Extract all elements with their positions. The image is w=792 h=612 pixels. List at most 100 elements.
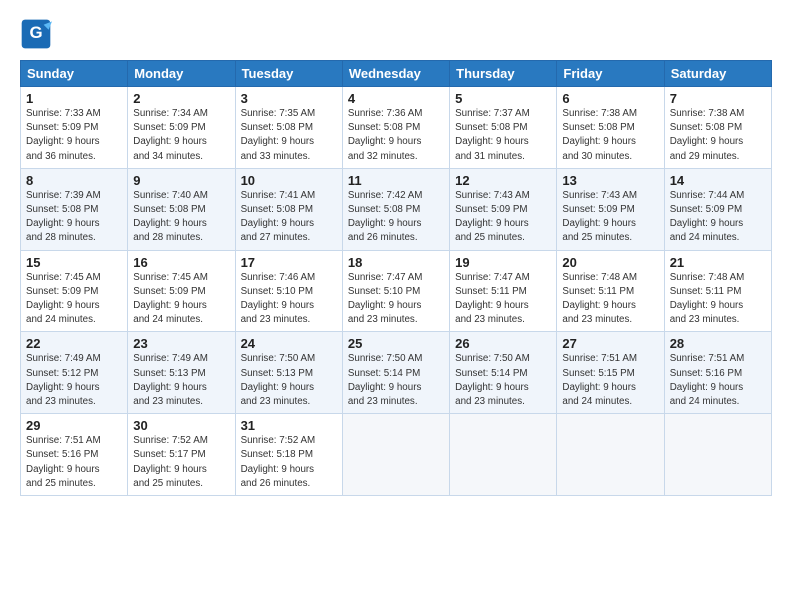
day-info: Sunrise: 7:34 AMSunset: 5:09 PMDaylight:… xyxy=(133,107,229,164)
calendar-day-17: 17Sunrise: 7:46 AMSunset: 5:10 PMDayligh… xyxy=(235,250,342,332)
day-number: 29 xyxy=(26,418,122,433)
day-info: Sunrise: 7:35 AMSunset: 5:08 PMDaylight:… xyxy=(241,107,337,164)
weekday-header-tuesday: Tuesday xyxy=(235,61,342,87)
calendar-day-26: 26Sunrise: 7:50 AMSunset: 5:14 PMDayligh… xyxy=(450,332,557,414)
calendar-day-6: 6Sunrise: 7:38 AMSunset: 5:08 PMDaylight… xyxy=(557,87,664,169)
day-number: 26 xyxy=(455,336,551,351)
calendar-day-14: 14Sunrise: 7:44 AMSunset: 5:09 PMDayligh… xyxy=(664,168,771,250)
day-info: Sunrise: 7:43 AMSunset: 5:09 PMDaylight:… xyxy=(562,189,658,246)
calendar-week-4: 22Sunrise: 7:49 AMSunset: 5:12 PMDayligh… xyxy=(21,332,772,414)
calendar-day-28: 28Sunrise: 7:51 AMSunset: 5:16 PMDayligh… xyxy=(664,332,771,414)
calendar-day-7: 7Sunrise: 7:38 AMSunset: 5:08 PMDaylight… xyxy=(664,87,771,169)
day-number: 15 xyxy=(26,255,122,270)
calendar: SundayMondayTuesdayWednesdayThursdayFrid… xyxy=(20,60,772,496)
day-info: Sunrise: 7:37 AMSunset: 5:08 PMDaylight:… xyxy=(455,107,551,164)
day-info: Sunrise: 7:47 AMSunset: 5:10 PMDaylight:… xyxy=(348,271,444,328)
day-number: 28 xyxy=(670,336,766,351)
day-number: 22 xyxy=(26,336,122,351)
day-info: Sunrise: 7:50 AMSunset: 5:14 PMDaylight:… xyxy=(348,352,444,409)
day-number: 17 xyxy=(241,255,337,270)
empty-cell xyxy=(557,414,664,496)
day-number: 13 xyxy=(562,173,658,188)
calendar-day-19: 19Sunrise: 7:47 AMSunset: 5:11 PMDayligh… xyxy=(450,250,557,332)
empty-cell xyxy=(664,414,771,496)
day-number: 18 xyxy=(348,255,444,270)
day-number: 24 xyxy=(241,336,337,351)
empty-cell xyxy=(342,414,449,496)
calendar-day-2: 2Sunrise: 7:34 AMSunset: 5:09 PMDaylight… xyxy=(128,87,235,169)
calendar-week-1: 1Sunrise: 7:33 AMSunset: 5:09 PMDaylight… xyxy=(21,87,772,169)
day-info: Sunrise: 7:50 AMSunset: 5:13 PMDaylight:… xyxy=(241,352,337,409)
day-info: Sunrise: 7:49 AMSunset: 5:12 PMDaylight:… xyxy=(26,352,122,409)
calendar-day-3: 3Sunrise: 7:35 AMSunset: 5:08 PMDaylight… xyxy=(235,87,342,169)
calendar-day-20: 20Sunrise: 7:48 AMSunset: 5:11 PMDayligh… xyxy=(557,250,664,332)
calendar-day-23: 23Sunrise: 7:49 AMSunset: 5:13 PMDayligh… xyxy=(128,332,235,414)
day-number: 25 xyxy=(348,336,444,351)
day-number: 5 xyxy=(455,91,551,106)
calendar-day-24: 24Sunrise: 7:50 AMSunset: 5:13 PMDayligh… xyxy=(235,332,342,414)
day-info: Sunrise: 7:39 AMSunset: 5:08 PMDaylight:… xyxy=(26,189,122,246)
day-info: Sunrise: 7:45 AMSunset: 5:09 PMDaylight:… xyxy=(26,271,122,328)
day-number: 12 xyxy=(455,173,551,188)
empty-cell xyxy=(450,414,557,496)
day-number: 11 xyxy=(348,173,444,188)
calendar-day-12: 12Sunrise: 7:43 AMSunset: 5:09 PMDayligh… xyxy=(450,168,557,250)
calendar-day-5: 5Sunrise: 7:37 AMSunset: 5:08 PMDaylight… xyxy=(450,87,557,169)
calendar-day-10: 10Sunrise: 7:41 AMSunset: 5:08 PMDayligh… xyxy=(235,168,342,250)
weekday-header-wednesday: Wednesday xyxy=(342,61,449,87)
day-number: 2 xyxy=(133,91,229,106)
calendar-day-18: 18Sunrise: 7:47 AMSunset: 5:10 PMDayligh… xyxy=(342,250,449,332)
calendar-day-22: 22Sunrise: 7:49 AMSunset: 5:12 PMDayligh… xyxy=(21,332,128,414)
day-info: Sunrise: 7:42 AMSunset: 5:08 PMDaylight:… xyxy=(348,189,444,246)
day-number: 6 xyxy=(562,91,658,106)
day-info: Sunrise: 7:48 AMSunset: 5:11 PMDaylight:… xyxy=(670,271,766,328)
day-info: Sunrise: 7:50 AMSunset: 5:14 PMDaylight:… xyxy=(455,352,551,409)
calendar-week-2: 8Sunrise: 7:39 AMSunset: 5:08 PMDaylight… xyxy=(21,168,772,250)
calendar-day-9: 9Sunrise: 7:40 AMSunset: 5:08 PMDaylight… xyxy=(128,168,235,250)
day-info: Sunrise: 7:52 AMSunset: 5:18 PMDaylight:… xyxy=(241,434,337,491)
day-info: Sunrise: 7:38 AMSunset: 5:08 PMDaylight:… xyxy=(562,107,658,164)
day-number: 21 xyxy=(670,255,766,270)
day-number: 7 xyxy=(670,91,766,106)
calendar-day-16: 16Sunrise: 7:45 AMSunset: 5:09 PMDayligh… xyxy=(128,250,235,332)
day-number: 3 xyxy=(241,91,337,106)
day-number: 1 xyxy=(26,91,122,106)
weekday-header-thursday: Thursday xyxy=(450,61,557,87)
calendar-day-4: 4Sunrise: 7:36 AMSunset: 5:08 PMDaylight… xyxy=(342,87,449,169)
calendar-day-29: 29Sunrise: 7:51 AMSunset: 5:16 PMDayligh… xyxy=(21,414,128,496)
header: G xyxy=(20,18,772,50)
calendar-week-3: 15Sunrise: 7:45 AMSunset: 5:09 PMDayligh… xyxy=(21,250,772,332)
logo: G xyxy=(20,18,56,50)
weekday-header-row: SundayMondayTuesdayWednesdayThursdayFrid… xyxy=(21,61,772,87)
day-number: 4 xyxy=(348,91,444,106)
day-info: Sunrise: 7:48 AMSunset: 5:11 PMDaylight:… xyxy=(562,271,658,328)
weekday-header-friday: Friday xyxy=(557,61,664,87)
day-info: Sunrise: 7:52 AMSunset: 5:17 PMDaylight:… xyxy=(133,434,229,491)
day-info: Sunrise: 7:43 AMSunset: 5:09 PMDaylight:… xyxy=(455,189,551,246)
day-info: Sunrise: 7:45 AMSunset: 5:09 PMDaylight:… xyxy=(133,271,229,328)
day-info: Sunrise: 7:47 AMSunset: 5:11 PMDaylight:… xyxy=(455,271,551,328)
calendar-day-13: 13Sunrise: 7:43 AMSunset: 5:09 PMDayligh… xyxy=(557,168,664,250)
day-number: 10 xyxy=(241,173,337,188)
day-number: 31 xyxy=(241,418,337,433)
day-info: Sunrise: 7:51 AMSunset: 5:15 PMDaylight:… xyxy=(562,352,658,409)
day-info: Sunrise: 7:51 AMSunset: 5:16 PMDaylight:… xyxy=(670,352,766,409)
day-number: 19 xyxy=(455,255,551,270)
calendar-day-31: 31Sunrise: 7:52 AMSunset: 5:18 PMDayligh… xyxy=(235,414,342,496)
day-number: 27 xyxy=(562,336,658,351)
logo-icon: G xyxy=(20,18,52,50)
calendar-day-8: 8Sunrise: 7:39 AMSunset: 5:08 PMDaylight… xyxy=(21,168,128,250)
day-info: Sunrise: 7:38 AMSunset: 5:08 PMDaylight:… xyxy=(670,107,766,164)
calendar-week-5: 29Sunrise: 7:51 AMSunset: 5:16 PMDayligh… xyxy=(21,414,772,496)
svg-text:G: G xyxy=(29,23,42,42)
day-info: Sunrise: 7:51 AMSunset: 5:16 PMDaylight:… xyxy=(26,434,122,491)
day-number: 8 xyxy=(26,173,122,188)
day-info: Sunrise: 7:36 AMSunset: 5:08 PMDaylight:… xyxy=(348,107,444,164)
day-number: 16 xyxy=(133,255,229,270)
day-number: 30 xyxy=(133,418,229,433)
day-info: Sunrise: 7:33 AMSunset: 5:09 PMDaylight:… xyxy=(26,107,122,164)
day-info: Sunrise: 7:49 AMSunset: 5:13 PMDaylight:… xyxy=(133,352,229,409)
weekday-header-monday: Monday xyxy=(128,61,235,87)
day-info: Sunrise: 7:40 AMSunset: 5:08 PMDaylight:… xyxy=(133,189,229,246)
day-number: 23 xyxy=(133,336,229,351)
